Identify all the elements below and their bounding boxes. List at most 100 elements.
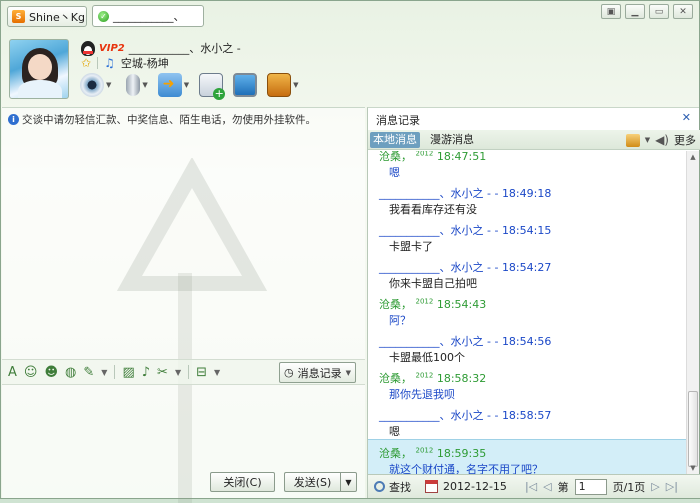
message-header: 沧桑， 2012 18:47:51 xyxy=(379,151,486,164)
page-number-input[interactable]: 1 xyxy=(574,478,607,495)
font-icon[interactable]: A xyxy=(8,365,17,380)
magic-emoticon-icon[interactable]: ☻ xyxy=(44,365,58,380)
chevron-down-icon[interactable]: ▼ xyxy=(645,136,650,144)
history-scrollbar[interactable]: ▲ ▼ xyxy=(686,151,699,474)
message-sender: ___________、水小之 - xyxy=(379,335,495,348)
manager-icon[interactable] xyxy=(625,133,640,147)
calendar-icon[interactable] xyxy=(425,480,438,493)
chevron-down-icon[interactable]: ▼ xyxy=(175,368,181,377)
message-text: 我看看库存还有没 xyxy=(389,203,477,216)
pager: |◁ ◁ 第 1 页/1页 ▷ ▷| xyxy=(525,478,678,495)
tab-roaming-messages[interactable]: 漫游消息 xyxy=(427,132,477,148)
close-button[interactable]: 关闭(C) xyxy=(210,472,275,492)
video-call-button[interactable]: ▼ xyxy=(80,73,111,97)
search-button[interactable]: 查找 xyxy=(374,479,411,495)
chat-tab[interactable]: ✓ ___________、 xyxy=(92,5,204,27)
history-message[interactable]: 沧桑， 2012 18:58:32 那你先退我呗 xyxy=(368,365,686,402)
first-page-icon[interactable]: |◁ xyxy=(525,480,537,493)
contact-nickname: ___________、水小之 - xyxy=(128,42,241,55)
format-toolbar: A ☺ ☻ ◍ ✎ ▼ ▨ ♪ ✂ ▼ ⊟ ▼ ◷ 消息记录 ▼ xyxy=(2,359,365,385)
more-link[interactable]: 更多 xyxy=(674,132,696,148)
message-input[interactable] xyxy=(2,386,365,472)
maximize-icon[interactable]: ▭ xyxy=(649,4,669,19)
history-message[interactable]: ___________、水小之 - - 18:49:18 我看看库存还有没 xyxy=(368,180,686,217)
chevron-down-icon[interactable]: ▼ xyxy=(346,369,351,377)
close-icon[interactable]: ✕ xyxy=(673,4,693,19)
chevron-down-icon[interactable]: ▼ xyxy=(214,368,220,377)
minimize-icon[interactable]: ▁ xyxy=(625,4,645,19)
scroll-thumb[interactable] xyxy=(688,391,698,467)
avatar[interactable] xyxy=(9,39,69,99)
remote-desktop-button[interactable] xyxy=(233,73,258,97)
window-controls: ▣ ▁ ▭ ✕ xyxy=(601,4,693,19)
message-header: ___________、水小之 - - 18:54:27 xyxy=(379,261,552,274)
history-message[interactable]: ___________、水小之 - - 18:58:57 嗯 xyxy=(368,402,686,439)
title-bar: S Shine丶Kg ✓ ___________、 ▣ ▁ ▭ ✕ xyxy=(1,1,699,35)
scroll-up-icon[interactable]: ▲ xyxy=(687,151,699,163)
emoticon-icon[interactable]: ☺ xyxy=(24,365,38,380)
chevron-down-icon[interactable]: ▼ xyxy=(101,368,107,377)
history-message[interactable]: 沧桑， 2012 18:54:43 阿？ xyxy=(368,291,686,328)
send-button[interactable]: 发送(S) xyxy=(284,472,340,492)
search-icon xyxy=(374,481,385,492)
chevron-down-icon[interactable]: ▼ xyxy=(293,81,298,89)
message-sender: ___________、水小之 - xyxy=(379,187,495,200)
message-time: 18:54:27 xyxy=(501,261,552,274)
tab-local-messages[interactable]: 本地消息 xyxy=(370,132,420,148)
vip-badge[interactable]: VIP2 xyxy=(99,43,125,54)
message-text: 那你先退我呗 xyxy=(389,388,455,401)
close-icon[interactable]: ✕ xyxy=(682,111,691,124)
chevron-down-icon[interactable]: ▼ xyxy=(106,81,111,89)
edit-icon[interactable]: ✎ xyxy=(83,365,94,380)
history-tabs: 本地消息 漫游消息 ▼ ◀) 更多 xyxy=(368,130,700,150)
message-sender: 沧桑， xyxy=(379,298,412,311)
search-label: 查找 xyxy=(389,480,411,494)
message-sender: ___________、水小之 - xyxy=(379,224,495,237)
last-page-icon[interactable]: ▷| xyxy=(666,480,678,493)
history-message[interactable]: ___________、水小之 - - 18:54:56 卡盟最低100个 xyxy=(368,328,686,365)
voice-call-button[interactable]: ▼ xyxy=(121,74,148,96)
prev-page-icon[interactable]: ◁ xyxy=(543,480,551,493)
skin-icon[interactable]: ▣ xyxy=(601,4,621,19)
next-page-icon[interactable]: ▷ xyxy=(651,480,659,493)
send-file-button[interactable]: ▼ xyxy=(157,73,189,97)
message-header: ___________、水小之 - - 18:58:57 xyxy=(379,409,552,422)
chat-display[interactable] xyxy=(2,128,365,358)
image-icon[interactable]: ▨ xyxy=(122,365,134,380)
create-discussion-button[interactable] xyxy=(199,73,226,100)
webcam-icon xyxy=(80,73,104,97)
contact-signature-row: ✩ ♫ 空城-杨坤 xyxy=(81,55,169,71)
nudge-icon[interactable]: ◍ xyxy=(65,365,76,380)
message-text: 卡盟卡了 xyxy=(389,240,433,253)
message-year: 2012 xyxy=(415,446,434,455)
history-message[interactable]: ___________、水小之 - - 18:54:15 卡盟卡了 xyxy=(368,217,686,254)
screen-share-icon xyxy=(233,73,258,97)
history-message-list[interactable]: 沧桑， 2012 18:47:51 嗯 ___________、水小之 - - 18… xyxy=(368,151,686,474)
history-message[interactable]: 沧桑， 2012 18:47:51 嗯 xyxy=(368,151,686,180)
message-history-button[interactable]: ◷ 消息记录 ▼ xyxy=(279,362,356,383)
contact-signature[interactable]: 空城-杨坤 xyxy=(121,55,169,71)
page-total: 页/1页 xyxy=(612,480,646,494)
message-text: 就这个财付通，名字不用了吧？ xyxy=(389,463,543,474)
history-tools: ▼ ◀) 更多 xyxy=(625,132,696,148)
scissors-icon[interactable]: ✂ xyxy=(157,365,168,380)
message-year: 2012 xyxy=(415,371,434,380)
message-sender: ___________、水小之 - xyxy=(379,409,495,422)
chevron-down-icon[interactable]: ▼ xyxy=(184,81,189,89)
star-icon[interactable]: ✩ xyxy=(81,56,91,70)
account-tab[interactable]: S Shine丶Kg xyxy=(7,6,87,27)
message-text: 嗯 xyxy=(389,166,400,179)
message-time: 18:54:56 xyxy=(501,335,552,348)
message-header: 沧桑， 2012 18:59:35 xyxy=(379,445,486,461)
history-message[interactable]: 沧桑， 2012 18:59:35 就这个财付通，名字不用了吧？ xyxy=(368,439,686,474)
history-date[interactable]: 2012-12-15 xyxy=(443,480,507,493)
history-message[interactable]: ___________、水小之 - - 18:54:27 你来卡盟自己拍吧 xyxy=(368,254,686,291)
scroll-down-icon[interactable]: ▼ xyxy=(687,462,699,474)
apps-button[interactable]: ▼ xyxy=(267,73,299,97)
speaker-icon[interactable]: ◀) xyxy=(655,133,669,147)
chevron-down-icon[interactable]: ▼ xyxy=(142,81,147,89)
microphone-icon xyxy=(126,74,141,96)
toolbox-icon[interactable]: ⊟ xyxy=(196,365,207,380)
send-options-button[interactable]: ▼ xyxy=(340,472,357,492)
music-icon[interactable]: ♪ xyxy=(142,365,150,380)
